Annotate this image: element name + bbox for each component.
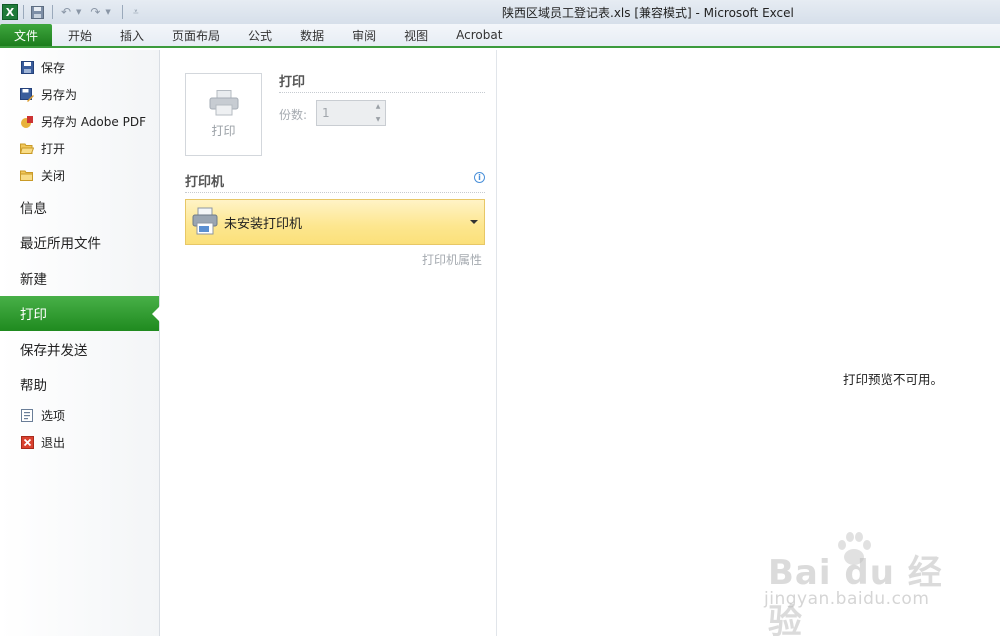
printer-icon — [192, 207, 218, 238]
backstage-nav: 保存 另存为 另存为 Adobe PDF 打开 关闭 信息 最近所用文件 新建 … — [0, 50, 160, 636]
nav-save-send[interactable]: 保存并发送 — [0, 331, 159, 367]
print-button[interactable]: 打印 — [185, 73, 262, 156]
tab-formulas[interactable]: 公式 — [234, 24, 286, 46]
nav-print[interactable]: 打印 — [0, 295, 160, 331]
nav-exit-label: 退出 — [41, 436, 66, 450]
nav-help[interactable]: 帮助 — [0, 367, 159, 403]
nav-options-label: 选项 — [41, 409, 66, 423]
nav-open-label: 打开 — [41, 142, 66, 156]
tab-home[interactable]: 开始 — [54, 24, 106, 46]
nav-options[interactable]: 选项 — [0, 402, 159, 429]
tab-insert[interactable]: 插入 — [106, 24, 158, 46]
print-settings-pane: 打印 打印 份数: 1 ▲ ▼ 打印机 i 未安装打印机 打印机属性 — [160, 50, 497, 636]
spin-up-icon[interactable]: ▲ — [376, 103, 381, 110]
nav-close[interactable]: 关闭 — [0, 162, 159, 189]
nav-save-as[interactable]: 另存为 — [0, 81, 159, 108]
tab-page-layout[interactable]: 页面布局 — [158, 24, 234, 46]
qat-separator — [23, 5, 24, 19]
title-bar: X ↶ ▼ ↷ ▼ ⩡ 陕西区域员工登记表.xls [兼容模式] - Micro… — [0, 0, 1000, 24]
divider — [185, 192, 485, 193]
nav-save[interactable]: 保存 — [0, 54, 159, 81]
copies-label: 份数: — [279, 108, 308, 122]
save-as-icon — [20, 87, 34, 102]
print-section-title: 打印 — [279, 75, 306, 90]
redo-icon[interactable]: ↷ — [87, 4, 103, 20]
print-button-label: 打印 — [211, 124, 236, 138]
tab-acrobat[interactable]: Acrobat — [442, 24, 516, 46]
save-icon[interactable] — [29, 4, 45, 20]
customize-qat-icon[interactable]: ⩡ — [128, 4, 144, 20]
qat-separator — [52, 5, 53, 19]
printer-icon — [209, 90, 239, 116]
nav-open[interactable]: 打开 — [0, 135, 159, 162]
nav-exit[interactable]: 退出 — [0, 429, 159, 456]
selected-printer: 未安装打印机 — [224, 216, 303, 232]
tab-data[interactable]: 数据 — [286, 24, 338, 46]
redo-dropdown-icon[interactable]: ▼ — [105, 8, 110, 16]
printer-section-title: 打印机 — [185, 175, 225, 190]
nav-new[interactable]: 新建 — [0, 260, 159, 296]
pdf-icon — [20, 115, 34, 129]
copies-spin-buttons[interactable]: ▲ ▼ — [373, 103, 383, 123]
printer-properties-link[interactable]: 打印机属性 — [422, 251, 482, 268]
nav-save-as-pdf-label: 另存为 Adobe PDF — [41, 115, 146, 129]
excel-app-icon[interactable]: X — [2, 4, 18, 20]
nav-save-label: 保存 — [41, 61, 66, 75]
tab-review[interactable]: 审阅 — [338, 24, 390, 46]
tab-view[interactable]: 视图 — [390, 24, 442, 46]
close-folder-icon — [20, 169, 34, 183]
nav-save-as-label: 另存为 — [41, 88, 78, 102]
ribbon-tabs: 文件 开始 插入 页面布局 公式 数据 审阅 视图 Acrobat — [0, 24, 1000, 48]
nav-close-label: 关闭 — [41, 169, 66, 183]
copies-stepper[interactable]: 1 ▲ ▼ — [316, 100, 386, 126]
options-icon — [20, 409, 34, 423]
preview-unavailable-message: 打印预览不可用。 — [843, 372, 944, 387]
undo-icon[interactable]: ↶ — [58, 4, 74, 20]
nav-recent[interactable]: 最近所用文件 — [0, 225, 159, 261]
window-title: 陕西区域员工登记表.xls [兼容模式] - Microsoft Excel — [502, 6, 794, 20]
exit-icon — [20, 436, 34, 450]
divider — [279, 92, 485, 93]
printer-dropdown[interactable]: 未安装打印机 — [185, 199, 485, 245]
spin-down-icon[interactable]: ▼ — [376, 116, 381, 123]
tab-file[interactable]: 文件 — [0, 24, 52, 46]
qat-separator — [121, 5, 123, 19]
nav-info[interactable]: 信息 — [0, 189, 159, 225]
info-icon[interactable]: i — [474, 172, 485, 183]
watermark-url: jingyan.baidu.com — [764, 589, 930, 609]
chevron-down-icon — [470, 220, 478, 224]
undo-dropdown-icon[interactable]: ▼ — [76, 8, 81, 16]
save-icon — [20, 61, 34, 75]
baidu-watermark: Bai du 经验 jingyan.baidu.com — [764, 527, 954, 636]
quick-access-toolbar: X ↶ ▼ ↷ ▼ ⩡ — [0, 0, 146, 24]
copies-value: 1 — [322, 106, 330, 120]
open-folder-icon — [20, 142, 34, 156]
nav-save-as-pdf[interactable]: 另存为 Adobe PDF — [0, 108, 159, 135]
